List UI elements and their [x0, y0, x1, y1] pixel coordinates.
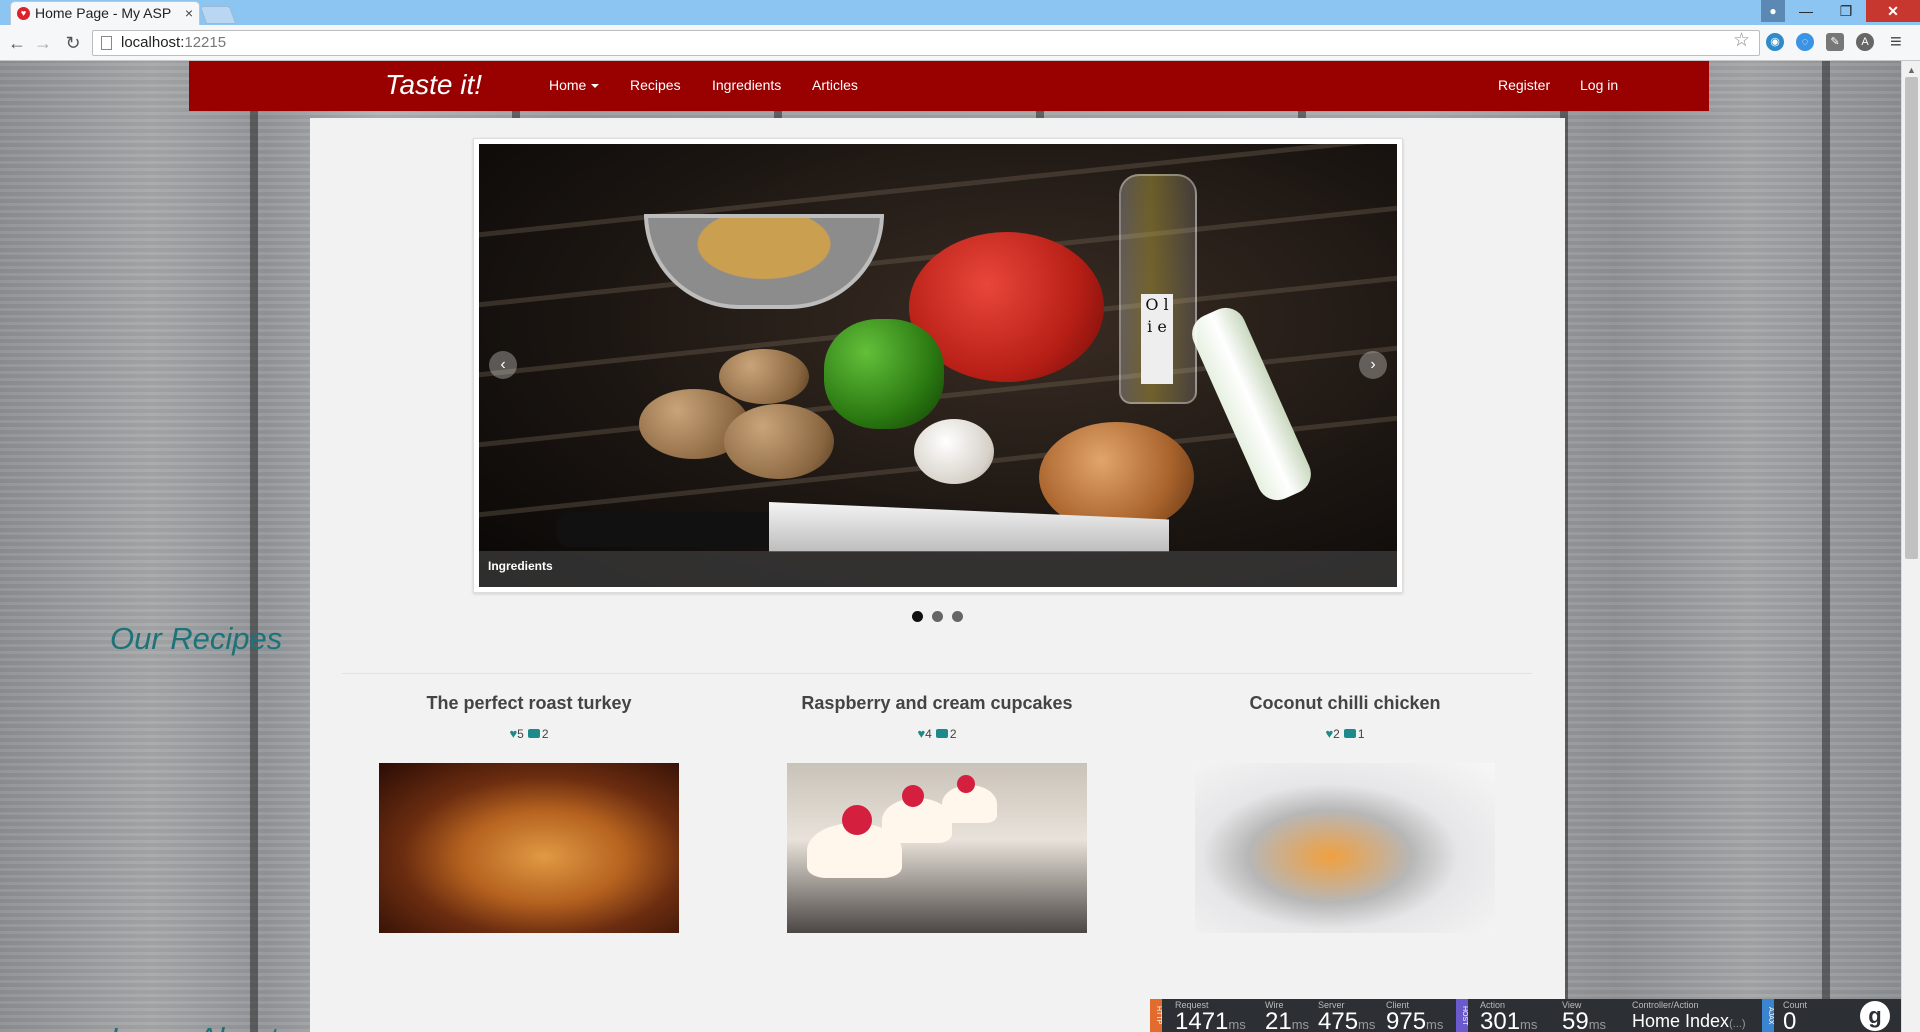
- glimpse-host-tag[interactable]: HOST: [1456, 999, 1468, 1032]
- metric-number: 59: [1562, 1008, 1589, 1032]
- metric-unit: ms: [1426, 1017, 1444, 1032]
- page-scrollbar[interactable]: ▲: [1901, 61, 1920, 1032]
- hamburger-icon[interactable]: ≡: [1890, 31, 1902, 54]
- metric-unit: (...): [1729, 1018, 1746, 1030]
- metric-number: 21: [1265, 1008, 1292, 1032]
- comments-count: 1: [1357, 727, 1365, 741]
- comments-count: 2: [949, 727, 957, 741]
- metric-label: Controller/Action: [1632, 1000, 1699, 1010]
- likes-count: 5: [517, 727, 524, 741]
- glimpse-http-tag[interactable]: HTTP: [1150, 999, 1162, 1032]
- reload-icon[interactable]: ↻: [62, 32, 84, 54]
- metric-unit: ms: [1358, 1017, 1376, 1032]
- heart-favicon-icon: ♥: [17, 7, 30, 20]
- metric-unit: ms: [1228, 1017, 1246, 1032]
- metric-value: 301ms: [1480, 1008, 1537, 1032]
- comments-count: 2: [541, 727, 549, 741]
- browser-toolbar: ← → ↻ localhost:12215 ☆ ◉ ◌ ✎ A ≡: [0, 25, 1920, 61]
- metric-value: 21ms: [1265, 1008, 1309, 1032]
- recipe-stats: ♥4 2: [787, 726, 1087, 742]
- metric-value: 0: [1783, 1008, 1796, 1032]
- comment-icon: [1343, 729, 1356, 738]
- recipe-title[interactable]: Raspberry and cream cupcakes: [787, 693, 1087, 714]
- metric-unit: ms: [1588, 1017, 1607, 1032]
- metric-value: 59ms: [1562, 1008, 1606, 1032]
- raspberry: [957, 775, 975, 793]
- raspberry: [842, 805, 872, 835]
- page-icon: [101, 36, 112, 50]
- recipe-title[interactable]: Coconut chilli chicken: [1195, 693, 1495, 714]
- tab-title: Home Page - My ASP: [35, 5, 172, 21]
- tab-close-icon[interactable]: ×: [185, 2, 193, 25]
- metric-number: 0: [1783, 1008, 1797, 1032]
- bottle-label: O l i e: [1141, 294, 1173, 384]
- bookmark-star-icon[interactable]: ☆: [1733, 29, 1750, 52]
- address-bar[interactable]: localhost:12215: [92, 30, 1760, 56]
- extension-globe-icon[interactable]: ◉: [1766, 33, 1784, 51]
- recipe-image-turkey[interactable]: [379, 763, 679, 933]
- nav-ingredients[interactable]: Ingredients: [712, 77, 781, 93]
- metric-number: 475: [1318, 1008, 1359, 1032]
- glimpse-logo-icon[interactable]: g: [1860, 1001, 1890, 1031]
- user-profile-icon[interactable]: ●: [1761, 0, 1785, 22]
- browser-titlebar: ♥ Home Page - My ASP × ● — ❐ ✕: [0, 0, 1920, 25]
- extension-tool-icon[interactable]: ✎: [1826, 33, 1844, 51]
- glimpse-bar: HTTP Request 1471ms Wire 21ms Server 475…: [1150, 999, 1901, 1032]
- nav-login[interactable]: Log in: [1580, 77, 1618, 93]
- extension-angular-icon[interactable]: A: [1856, 33, 1874, 51]
- browser-tab[interactable]: ♥ Home Page - My ASP ×: [10, 1, 200, 25]
- oil-bottle: O l i e: [1119, 174, 1197, 404]
- recipe-card[interactable]: Coconut chilli chicken ♥2 1: [1195, 61, 1495, 933]
- metric-number: 301: [1480, 1008, 1521, 1032]
- close-window-button[interactable]: ✕: [1866, 0, 1920, 22]
- extension-blue-icon[interactable]: ◌: [1796, 33, 1814, 51]
- raspberry: [902, 785, 924, 807]
- metric-value: 1471ms: [1175, 1008, 1246, 1032]
- nav-register[interactable]: Register: [1498, 77, 1550, 93]
- likes-count: 4: [925, 727, 932, 741]
- minimize-button[interactable]: —: [1786, 0, 1826, 22]
- learn-about-heading: Learn About: [110, 1021, 278, 1032]
- recipe-title[interactable]: The perfect roast turkey: [379, 693, 679, 714]
- metric-number: Home Index: [1632, 1011, 1730, 1031]
- metric-number: 975: [1386, 1008, 1427, 1032]
- comment-icon: [527, 729, 540, 738]
- metric-value: Home Index(...): [1632, 1011, 1746, 1032]
- recipe-image-curry[interactable]: [1195, 763, 1495, 933]
- page-viewport: Taste it! Home Recipes Ingredients Artic…: [0, 61, 1901, 1032]
- heart-icon: ♥: [509, 726, 518, 741]
- metric-number: 1471: [1175, 1008, 1229, 1032]
- url-host: localhost:: [121, 34, 185, 51]
- glimpse-ajax-tag[interactable]: AJAX: [1762, 999, 1774, 1032]
- new-tab-button[interactable]: [199, 6, 237, 24]
- metric-value: 975ms: [1386, 1008, 1443, 1032]
- forward-arrow-icon[interactable]: →: [32, 32, 54, 54]
- metric-unit: ms: [1291, 1017, 1310, 1032]
- maximize-button[interactable]: ❐: [1826, 0, 1866, 22]
- heart-icon: ♥: [917, 726, 926, 741]
- recipe-stats: ♥2 1: [1195, 726, 1495, 742]
- recipe-image-cupcakes[interactable]: [787, 763, 1087, 933]
- metric-value: 475ms: [1318, 1008, 1375, 1032]
- recipe-card[interactable]: The perfect roast turkey ♥5 2: [379, 61, 679, 933]
- our-recipes-heading: Our Recipes: [110, 621, 283, 656]
- scroll-up-icon[interactable]: ▲: [1907, 65, 1916, 75]
- scroll-thumb[interactable]: [1905, 77, 1918, 559]
- recipe-card[interactable]: Raspberry and cream cupcakes ♥4 2: [787, 61, 1087, 933]
- recipe-stats: ♥5 2: [379, 726, 679, 742]
- heart-icon: ♥: [1325, 726, 1334, 741]
- url-port: 12215: [184, 34, 227, 51]
- comment-icon: [935, 729, 948, 738]
- likes-count: 2: [1333, 727, 1340, 741]
- metric-unit: ms: [1520, 1017, 1538, 1032]
- back-arrow-icon[interactable]: ←: [6, 32, 28, 54]
